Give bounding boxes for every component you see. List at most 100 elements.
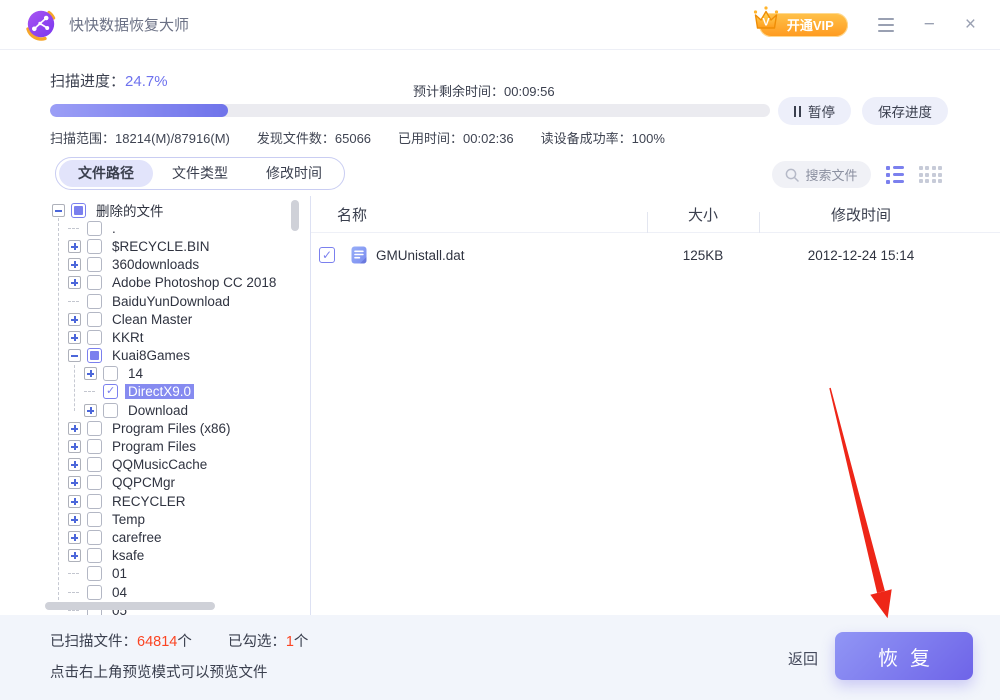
tree-item-label[interactable]: ksafe <box>109 548 147 563</box>
tree-checkbox[interactable] <box>87 239 102 254</box>
tree-item[interactable]: Download <box>0 401 300 419</box>
tree-item[interactable]: Program Files (x86) <box>0 419 300 437</box>
tree-checkbox[interactable] <box>87 457 102 472</box>
tree-checkbox[interactable] <box>87 512 102 527</box>
tree-item[interactable]: QQPCMgr <box>0 474 300 492</box>
tree-checkbox[interactable] <box>87 275 102 290</box>
tree-item[interactable]: Program Files <box>0 437 300 455</box>
tree-item-label[interactable]: Temp <box>109 512 148 527</box>
tree-item[interactable]: 04 <box>0 583 300 601</box>
tree-item-label[interactable]: QQMusicCache <box>109 457 210 472</box>
tree-item[interactable]: Clean Master <box>0 310 300 328</box>
expand-icon[interactable] <box>68 258 81 271</box>
expand-icon[interactable] <box>68 476 81 489</box>
tree-item-label[interactable]: $RECYCLE.BIN <box>109 239 213 254</box>
tree-item[interactable]: 360downloads <box>0 256 300 274</box>
tree-checkbox[interactable] <box>87 494 102 509</box>
tree-checkbox[interactable] <box>87 530 102 545</box>
tab-file-type[interactable]: 文件类型 <box>153 160 247 187</box>
tree-item-label[interactable]: BaiduYunDownload <box>109 294 233 309</box>
tree-item-label[interactable]: 360downloads <box>109 257 202 272</box>
pause-button[interactable]: 暂停 <box>778 97 851 125</box>
tree-item[interactable]: Adobe Photoshop CC 2018 <box>0 274 300 292</box>
collapse-icon[interactable] <box>68 349 81 362</box>
list-view-toggle[interactable] <box>886 166 904 184</box>
grid-view-toggle[interactable] <box>919 166 943 183</box>
tree-checkbox[interactable] <box>87 294 102 309</box>
close-button[interactable]: × <box>965 15 976 34</box>
tree-checkbox[interactable] <box>103 366 118 381</box>
expand-icon[interactable] <box>84 367 97 380</box>
back-button[interactable]: 返回 <box>788 648 818 669</box>
save-progress-button[interactable]: 保存进度 <box>862 97 948 125</box>
tree-item-label[interactable]: Clean Master <box>109 312 195 327</box>
expand-icon[interactable] <box>68 440 81 453</box>
collapse-icon[interactable] <box>52 204 65 217</box>
tree-item[interactable]: 14 <box>0 365 300 383</box>
tree-item-label[interactable]: 14 <box>125 366 146 381</box>
file-checkbox[interactable] <box>319 247 335 263</box>
expand-icon[interactable] <box>84 404 97 417</box>
tree-item[interactable]: Temp <box>0 510 300 528</box>
tree-item-label[interactable]: KKRt <box>109 330 147 345</box>
tree-item[interactable]: 01 <box>0 565 300 583</box>
tree-item-label[interactable]: DirectX9.0 <box>125 384 194 399</box>
tree-checkbox[interactable] <box>87 257 102 272</box>
tree-checkbox[interactable] <box>87 330 102 345</box>
tree-checkbox[interactable] <box>87 566 102 581</box>
tree-item[interactable]: RECYCLER <box>0 492 300 510</box>
expand-icon[interactable] <box>68 331 81 344</box>
tree-item-label[interactable]: 删除的文件 <box>93 200 167 220</box>
expand-icon[interactable] <box>68 458 81 471</box>
tree-vertical-scrollbar[interactable] <box>291 200 299 231</box>
tree-item[interactable]: ksafe <box>0 547 300 565</box>
tab-file-path[interactable]: 文件路径 <box>59 160 153 187</box>
expand-icon[interactable] <box>68 422 81 435</box>
tree-item[interactable]: QQMusicCache <box>0 456 300 474</box>
tree-item[interactable]: BaiduYunDownload <box>0 292 300 310</box>
tree-checkbox[interactable] <box>103 403 118 418</box>
tree-item[interactable]: . <box>0 219 300 237</box>
tree-checkbox[interactable] <box>87 348 102 363</box>
tree-checkbox[interactable] <box>87 475 102 490</box>
tree-item[interactable]: $RECYCLE.BIN <box>0 237 300 255</box>
expand-icon[interactable] <box>68 549 81 562</box>
tree-item-label[interactable]: RECYCLER <box>109 494 189 509</box>
search-button[interactable]: 搜索文件 <box>772 161 870 188</box>
tree-checkbox[interactable] <box>87 312 102 327</box>
tree-item-label[interactable]: Adobe Photoshop CC 2018 <box>109 275 279 290</box>
tree-checkbox[interactable] <box>87 439 102 454</box>
recover-button[interactable]: 恢复 <box>835 632 973 680</box>
tree-item[interactable]: Kuai8Games <box>0 347 300 365</box>
tree-item-label[interactable]: QQPCMgr <box>109 475 178 490</box>
tree-item[interactable]: KKRt <box>0 328 300 346</box>
tree-item-label[interactable]: Program Files (x86) <box>109 421 234 436</box>
expand-icon[interactable] <box>68 531 81 544</box>
tree-checkbox[interactable] <box>87 585 102 600</box>
tree-item[interactable]: 删除的文件 <box>0 201 300 219</box>
menu-icon[interactable] <box>878 18 894 32</box>
vip-button[interactable]: V 开通VIP <box>759 13 848 37</box>
tree-checkbox[interactable] <box>103 384 118 399</box>
tree-checkbox[interactable] <box>87 221 102 236</box>
tree-item-label[interactable]: Kuai8Games <box>109 348 193 363</box>
tree-item-label[interactable]: Program Files <box>109 439 199 454</box>
expand-icon[interactable] <box>68 276 81 289</box>
column-header-name[interactable]: 名称 <box>311 204 647 225</box>
tree-checkbox[interactable] <box>71 203 86 218</box>
tree-item-label[interactable]: Download <box>125 403 191 418</box>
file-row[interactable]: GMUnistall.dat 125KB 2012-12-24 15:14 <box>311 240 1000 270</box>
expand-icon[interactable] <box>68 513 81 526</box>
expand-icon[interactable] <box>68 313 81 326</box>
tree-item-label[interactable]: 04 <box>109 585 130 600</box>
expand-icon[interactable] <box>68 495 81 508</box>
column-header-modified[interactable]: 修改时间 <box>759 204 999 225</box>
tab-modified-time[interactable]: 修改时间 <box>247 160 341 187</box>
tree-item[interactable]: carefree <box>0 528 300 546</box>
minimize-button[interactable]: − <box>924 15 935 34</box>
tree-item[interactable]: DirectX9.0 <box>0 383 300 401</box>
tree-item-label[interactable]: . <box>109 221 119 236</box>
tree-horizontal-scrollbar[interactable] <box>45 602 215 610</box>
column-header-size[interactable]: 大小 <box>647 204 759 225</box>
tree-checkbox[interactable] <box>87 421 102 436</box>
